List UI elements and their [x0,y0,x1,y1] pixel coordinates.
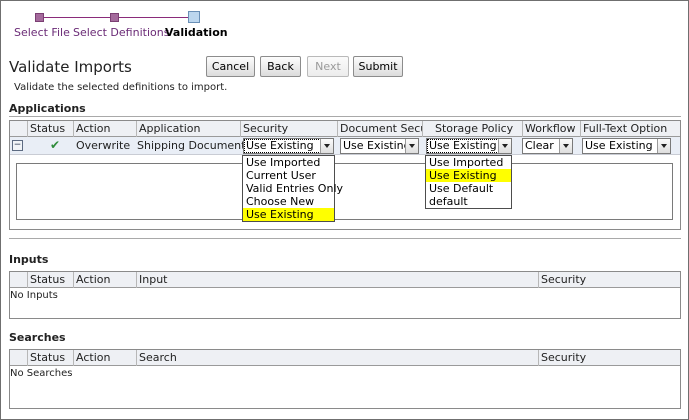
chevron-down-icon[interactable] [320,139,333,153]
column-header-search[interactable]: Search [136,350,538,366]
section-divider [9,116,681,117]
column-header-status[interactable]: Status [27,272,73,288]
security-select[interactable]: Use Existing [243,138,334,154]
step-marker-select-definitions[interactable] [110,13,119,22]
back-button[interactable]: Back [260,56,301,77]
storage-policy-option[interactable]: Use Default [426,182,511,195]
column-header-full-text-option[interactable]: Full-Text Option [580,121,680,137]
document-security-select[interactable]: Use Existing [340,138,419,154]
column-header-status[interactable]: Status [27,350,73,366]
section-divider [9,238,681,239]
inputs-table: Status Action Input Security No Inputs [9,271,681,319]
storage-policy-option[interactable]: Use Imported [426,156,511,169]
column-header-input[interactable]: Input [136,272,538,288]
column-header-application[interactable]: Application [136,121,240,137]
train-connector [43,17,111,18]
applications-table: Status Action Application Security Docum… [9,120,681,230]
security-option[interactable]: Choose New [243,195,334,208]
workflow-select-value: Clear [525,139,554,152]
full-text-option-select[interactable]: Use Existing [582,138,671,154]
chevron-down-icon[interactable] [657,139,670,153]
chevron-down-icon[interactable] [405,139,418,153]
security-option[interactable]: Use Imported [243,156,334,169]
security-option-selected[interactable]: Use Existing [243,208,334,221]
column-header-security[interactable]: Security [538,350,680,366]
storage-policy-dropdown-list: Use Imported Use Existing Use Default de… [425,155,512,209]
next-button: Next [307,56,349,77]
cancel-button[interactable]: Cancel [206,56,255,77]
applications-table-header: Status Action Application Security Docum… [10,121,680,137]
column-header-workflow[interactable]: Workflow [522,121,580,137]
searches-table: Status Action Search Security No Searche… [9,349,681,409]
column-header-expand [10,121,27,137]
column-header-storage-policy[interactable]: Storage Policy [422,121,522,137]
security-select-value: Use Existing [246,139,314,152]
step-link-select-definitions[interactable]: Select Definitions [73,26,169,39]
column-header-blank [10,272,27,288]
inputs-empty-message: No Inputs [10,290,58,301]
train-connector [119,17,188,18]
step-marker-validation [188,11,200,23]
column-header-security[interactable]: Security [240,121,337,137]
workflow-select[interactable]: Clear [522,138,573,154]
page-instruction: Validate the selected definitions to imp… [14,82,228,93]
storage-policy-option[interactable]: default [426,195,511,208]
step-marker-select-file[interactable] [35,13,44,22]
check-icon: ✔ [50,138,61,152]
column-header-action[interactable]: Action [73,350,136,366]
step-label-validation: Validation [165,26,228,39]
searches-empty-message: No Searches [10,368,73,379]
application-detail-panel [16,163,673,220]
page-title: Validate Imports [9,58,132,76]
collapse-toggle[interactable]: − [12,140,23,151]
searches-heading: Searches [9,331,66,344]
applications-heading: Applications [9,102,86,115]
searches-table-header: Status Action Search Security [10,350,680,366]
column-header-document-security[interactable]: Document Security [337,121,422,137]
document-security-select-value: Use Existing [343,139,411,152]
inputs-table-header: Status Action Input Security [10,272,680,288]
submit-button[interactable]: Submit [353,56,403,77]
column-header-action[interactable]: Action [73,272,136,288]
security-option[interactable]: Valid Entries Only [243,182,343,195]
column-header-status[interactable]: Status [27,121,73,137]
chevron-down-icon[interactable] [498,139,511,153]
security-dropdown-list: Use Imported Current User Valid Entries … [242,155,343,222]
chevron-down-icon[interactable] [559,139,572,153]
storage-policy-select[interactable]: Use Existing [426,138,512,154]
row-action: Overwrite [76,139,131,152]
storage-policy-select-value: Use Existing [429,139,497,152]
row-application: Shipping Documents [137,139,252,152]
column-header-action[interactable]: Action [73,121,136,137]
inputs-heading: Inputs [9,253,49,266]
storage-policy-option-selected[interactable]: Use Existing [426,169,511,182]
step-link-select-file[interactable]: Select File [14,26,70,39]
column-header-blank [10,350,27,366]
security-option[interactable]: Current User [243,169,334,182]
column-header-security[interactable]: Security [538,272,680,288]
full-text-option-select-value: Use Existing [585,139,653,152]
table-row: − ✔ Overwrite Shipping Documents Use Exi… [10,137,680,155]
